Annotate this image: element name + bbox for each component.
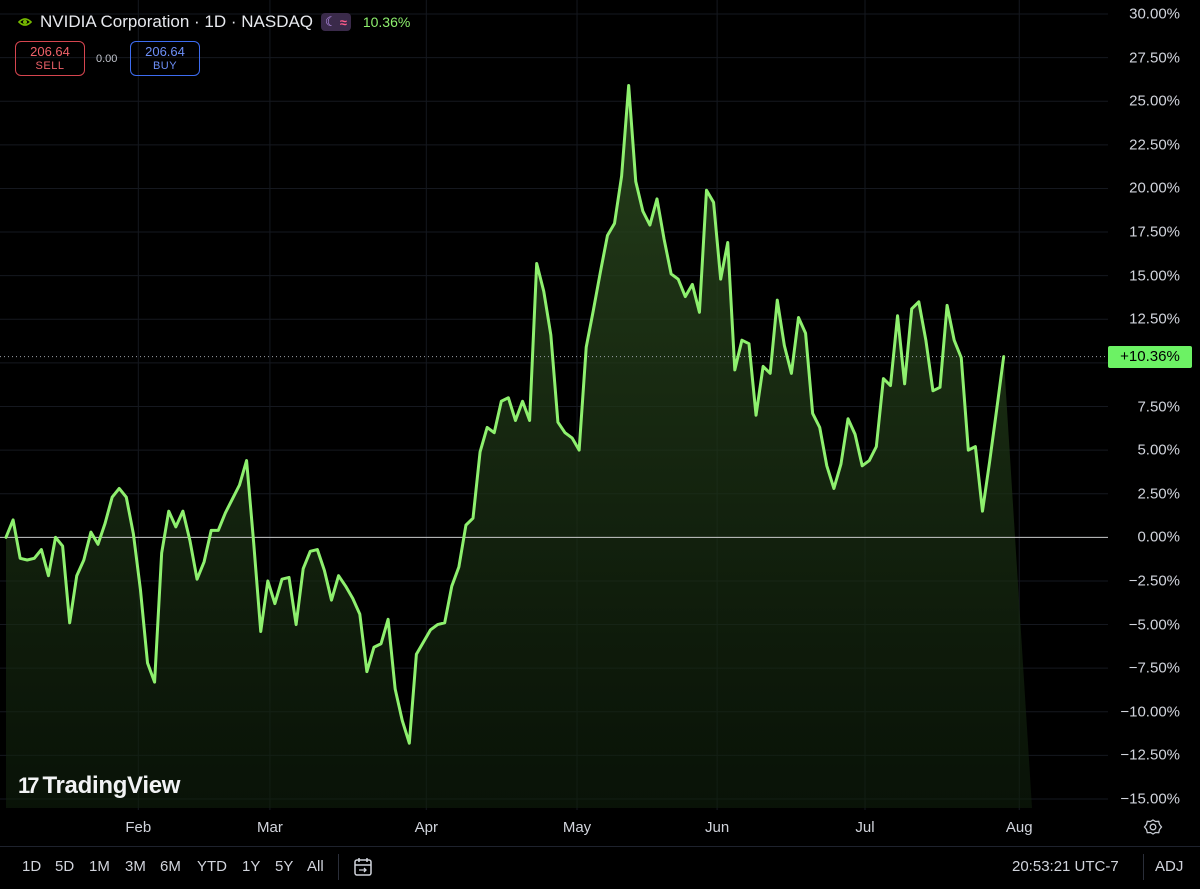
y-tick-label: −10.00% <box>1120 703 1180 720</box>
y-tick-label: 27.50% <box>1129 49 1180 66</box>
y-tick-label: −2.50% <box>1129 572 1180 589</box>
tradingview-wordmark: TradingView <box>42 772 180 800</box>
range-button-5y[interactable]: 5Y <box>275 858 293 875</box>
range-button-5d[interactable]: 5D <box>55 858 74 875</box>
nvidia-logo-icon <box>18 16 32 28</box>
range-button-6m[interactable]: 6M <box>160 858 181 875</box>
buy-price: 206.64 <box>145 45 185 59</box>
series-area-fill <box>6 86 1032 808</box>
y-tick-label: −12.50% <box>1120 747 1180 764</box>
y-tick-label: 12.50% <box>1129 311 1180 328</box>
sell-price: 206.64 <box>30 45 70 59</box>
y-tick-label: 2.50% <box>1137 485 1180 502</box>
clock-timezone[interactable]: 20:53:21 UTC-7 <box>1012 858 1119 875</box>
toolbar-divider <box>338 854 339 880</box>
buy-button[interactable]: 206.64 BUY <box>130 41 200 76</box>
y-tick-label: 5.00% <box>1137 442 1180 459</box>
sell-label: SELL <box>36 59 65 73</box>
x-tick-label: Jul <box>855 819 874 836</box>
chart-header: NVIDIA Corporation · 1D · NASDAQ ☾ ≈ 10.… <box>18 12 410 32</box>
y-tick-label: 17.50% <box>1129 224 1180 241</box>
x-tick-label: May <box>563 819 591 836</box>
y-tick-label: 25.00% <box>1129 93 1180 110</box>
y-tick-label: −7.50% <box>1129 660 1180 677</box>
change-percent: 10.36% <box>363 14 410 30</box>
date-range-icon[interactable] <box>352 856 374 878</box>
y-tick-label: 7.50% <box>1137 398 1180 415</box>
x-tick-label: Feb <box>125 819 151 836</box>
buy-label: BUY <box>153 59 177 73</box>
toolbar-divider-right <box>1143 854 1144 880</box>
y-tick-label: 15.00% <box>1129 267 1180 284</box>
y-tick-label: 22.50% <box>1129 136 1180 153</box>
wave-icon: ≈ <box>340 15 347 30</box>
spread-value: 0.00 <box>96 53 117 65</box>
y-tick-label: −15.00% <box>1120 791 1180 808</box>
range-button-1m[interactable]: 1M <box>89 858 110 875</box>
last-value-badge: +10.36% <box>1108 346 1192 368</box>
y-tick-label: 20.00% <box>1129 180 1180 197</box>
sell-button[interactable]: 206.64 SELL <box>15 41 85 76</box>
tradingview-watermark[interactable]: 17 TradingView <box>18 772 180 800</box>
session-badge[interactable]: ☾ ≈ <box>321 13 351 31</box>
adj-toggle[interactable]: ADJ <box>1155 858 1183 875</box>
y-tick-label: −5.00% <box>1129 616 1180 633</box>
moon-icon: ☾ <box>325 14 337 30</box>
range-button-ytd[interactable]: YTD <box>197 858 227 875</box>
range-button-1d[interactable]: 1D <box>22 858 41 875</box>
x-tick-label: Mar <box>257 819 283 836</box>
y-tick-label: 0.00% <box>1137 529 1180 546</box>
x-tick-label: Apr <box>415 819 438 836</box>
y-tick-label: 30.00% <box>1129 6 1180 23</box>
range-button-all[interactable]: All <box>307 858 324 875</box>
x-tick-label: Jun <box>705 819 729 836</box>
settings-gear-icon[interactable] <box>1143 817 1163 837</box>
x-tick-label: Aug <box>1006 819 1033 836</box>
tradingview-logo-icon: 17 <box>18 773 36 799</box>
price-chart[interactable] <box>0 0 1200 888</box>
range-button-1y[interactable]: 1Y <box>242 858 260 875</box>
symbol-title[interactable]: NVIDIA Corporation · 1D · NASDAQ <box>40 12 313 32</box>
range-button-3m[interactable]: 3M <box>125 858 146 875</box>
